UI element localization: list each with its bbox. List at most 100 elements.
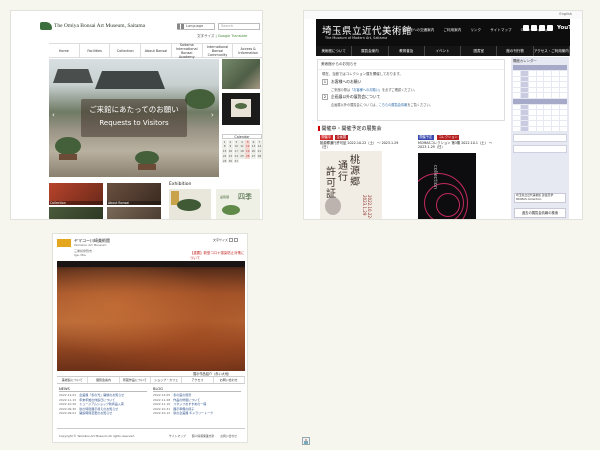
side-block[interactable] xyxy=(513,134,567,142)
nav-access[interactable]: アクセス・ご利用案内 xyxy=(534,46,570,56)
museum-logo-icon[interactable] xyxy=(57,239,71,247)
collection-banner[interactable]: 埼玉県立近代美術館 建築見学 MOMAS Collection xyxy=(514,193,566,203)
header-link-sitemap[interactable]: サイトマップ xyxy=(490,28,512,33)
thumb-collection[interactable]: Collection xyxy=(49,183,103,205)
calendar-cell xyxy=(513,71,520,76)
nav-publications[interactable]: 館の刊行物 xyxy=(497,46,534,56)
bonsai-search-input[interactable]: Search xyxy=(218,23,260,30)
thumb-about-bonsai[interactable]: About Bonsai xyxy=(107,183,161,205)
news-link[interactable]: 開館時間変更のお知らせ xyxy=(79,411,112,415)
news-row[interactable]: 2022.09.01 開館時間変更のお知らせ xyxy=(59,411,147,416)
hero-prev-icon[interactable]: ‹ xyxy=(52,111,55,119)
nav-shop[interactable]: ショップ・カフェ xyxy=(151,377,183,383)
blog-row[interactable]: 2022.10.12 秋の企画展 ギャラリートーク xyxy=(153,411,241,416)
nav-about[interactable]: 美術館について xyxy=(316,46,353,56)
font-size-control[interactable]: 文字サイズ xyxy=(213,238,238,242)
exhibition-1-caption[interactable]: 桃源郷通行許可証 2022.10.22（土） 〜 2023.1.29（日） xyxy=(320,141,400,149)
nav-education[interactable]: 教育普及 xyxy=(389,46,425,56)
news-link[interactable]: 年末年始の休館日について xyxy=(79,398,115,402)
footer-link-privacy[interactable]: 個人情報保護方針 xyxy=(192,434,214,438)
bonsai-site-title[interactable]: The Omiya Bonsai Art Museum, Saitama xyxy=(54,23,145,29)
news-title[interactable]: お客様へのお願い xyxy=(331,79,361,85)
nav-item-home[interactable]: Home xyxy=(49,44,80,57)
font-small-icon[interactable] xyxy=(228,238,233,242)
nav-about[interactable]: 美術館について xyxy=(57,377,89,383)
exhibition-1-poster[interactable]: 桃 源 郷 通 行 許 可 証 2022.10.22-2023.1.29 xyxy=(320,151,382,219)
blog-link[interactable]: 展示準備の様子 xyxy=(173,407,194,411)
important-notice[interactable]: 【重要】新型コロナ感染防止対策について xyxy=(190,250,247,260)
news-sub-text: 企画展以外の展覧会については、 xyxy=(331,103,379,107)
english-link[interactable]: English xyxy=(559,12,572,16)
past-exhibitions-banner[interactable]: 過去の展覧会情報の検索 xyxy=(514,208,566,218)
hero-building-roof-left xyxy=(53,69,93,83)
blog-link[interactable]: 秋の企画展 ギャラリートーク xyxy=(173,411,213,415)
news-link[interactable]: 企画展「冬の光」開催のお知らせ xyxy=(79,393,124,397)
facebook-icon[interactable] xyxy=(531,25,537,31)
news-item[interactable]: 1 お客様へのお願い xyxy=(318,77,504,87)
translate-brand[interactable]: Google Translate xyxy=(218,34,247,38)
nav-exhibitions[interactable]: 展覧会案内 xyxy=(352,46,389,56)
side-block[interactable] xyxy=(513,145,567,153)
news-date: 2022.11.15 xyxy=(59,397,77,402)
header-link-links[interactable]: リンク xyxy=(470,28,481,33)
news-sub-link[interactable]: 「お客様へのお願い」 xyxy=(350,88,382,92)
nav-item-academy[interactable]: Saitama International Bonsai Academy xyxy=(172,43,203,59)
thumb-4[interactable] xyxy=(107,207,161,219)
calendar-month-bar[interactable] xyxy=(513,98,567,104)
exhibition-card-2[interactable]: 盆栽展 四季 xyxy=(216,189,260,219)
nav-item-facilities[interactable]: Facilities xyxy=(80,44,111,57)
exhibit-tree xyxy=(222,205,240,215)
nav-exhibitions[interactable]: 展覧会案内 xyxy=(88,377,120,383)
youtube-icon[interactable] xyxy=(547,25,553,31)
news-link[interactable]: ミュージアムショップ新商品入荷 xyxy=(79,402,124,406)
font-large-icon[interactable] xyxy=(233,238,238,242)
blog-link[interactable]: 冬の庭の風景 xyxy=(173,393,191,397)
nav-item-access[interactable]: Access & Information xyxy=(233,44,262,57)
header-link-guide[interactable]: ご利用案内 xyxy=(443,28,461,33)
side-photo-banner[interactable] xyxy=(222,59,260,89)
hero-next-icon[interactable]: › xyxy=(211,111,214,119)
google-translate-link[interactable]: 文字サイズ | Google Translate xyxy=(197,34,247,39)
hero-title-en[interactable]: Requests to Visitors xyxy=(81,119,187,127)
news-number: 2 xyxy=(322,94,328,100)
twitter-icon[interactable] xyxy=(523,25,529,31)
footer-link-sitemap[interactable]: サイトマップ xyxy=(169,434,186,438)
exhibition-2-poster[interactable]: collection xyxy=(418,153,476,219)
hero-title-jp[interactable]: ご来館にあたってのお願い xyxy=(81,104,187,115)
saitama-museum-screenshot[interactable]: English 埼玉県立近代美術館 The Museum of Modern A… xyxy=(303,10,583,220)
blog-link[interactable]: スタッフおすすめの一冊 xyxy=(173,402,206,406)
nav-events[interactable]: イベント xyxy=(425,46,462,56)
calendar-cell xyxy=(528,115,536,120)
saitama-title-en[interactable]: The Museum of Modern Art, Saitama xyxy=(325,36,387,40)
thumb-3[interactable] xyxy=(49,207,103,219)
youtube-label[interactable]: YouTube xyxy=(557,25,582,31)
bonsai-hero-banner[interactable]: ご来館にあたってのお願い Requests to Visitors ‹ › xyxy=(49,59,219,177)
news-link[interactable]: 秋の特別展示替えのお知らせ xyxy=(79,407,118,411)
saitama-title-jp[interactable]: 埼玉県立近代美術館 xyxy=(322,23,412,37)
blog-date: 2022.11.10 xyxy=(153,402,171,407)
blog-link[interactable]: 作品の修復について xyxy=(173,398,200,402)
bonsai-logo-icon[interactable] xyxy=(40,22,52,30)
bonsai-museum-screenshot[interactable]: The Omiya Bonsai Art Museum, Saitama Lan… xyxy=(10,10,263,220)
calendar-day: 6 xyxy=(250,139,257,144)
news-item[interactable]: 2 企画展以外の展覧会について xyxy=(318,92,504,102)
nav-item-community[interactable]: International Bonsai Community xyxy=(203,44,234,57)
font-size-icons[interactable] xyxy=(177,23,184,29)
side-poster-banner[interactable] xyxy=(222,93,260,125)
nav-collection[interactable]: 所蔵作品について xyxy=(120,377,151,383)
news-title[interactable]: 企画展以外の展覧会について xyxy=(331,94,380,100)
exhibition-card-1[interactable] xyxy=(169,189,211,219)
calendar-day: 20 xyxy=(250,149,257,154)
exhibition-2-caption[interactable]: MOMASコレクション 第3期 2022.10.1（土） 〜 2023.1.29… xyxy=(418,141,502,149)
header-link-access[interactable]: 美術館への交通案内 xyxy=(402,28,434,33)
nav-library[interactable]: 図書室 xyxy=(461,46,498,56)
news-sub-link[interactable]: こちらの展覧会情報 xyxy=(379,103,408,107)
footer-link-contact[interactable]: お問い合わせ xyxy=(220,434,237,438)
instagram-icon[interactable] xyxy=(539,25,545,31)
nav-item-about[interactable]: About Bonsai xyxy=(141,44,172,57)
art-museum-screenshot-3[interactable]: ヤマコー川崎美術館 Yamakoo Art Museum 三重県伊賀市 Iga,… xyxy=(52,233,248,443)
calendar-month-bar[interactable] xyxy=(513,65,567,70)
nav-item-collection[interactable]: Collection xyxy=(110,44,142,57)
nav-contact[interactable]: お問い合わせ xyxy=(214,377,245,383)
nav-access[interactable]: アクセス xyxy=(182,377,214,383)
